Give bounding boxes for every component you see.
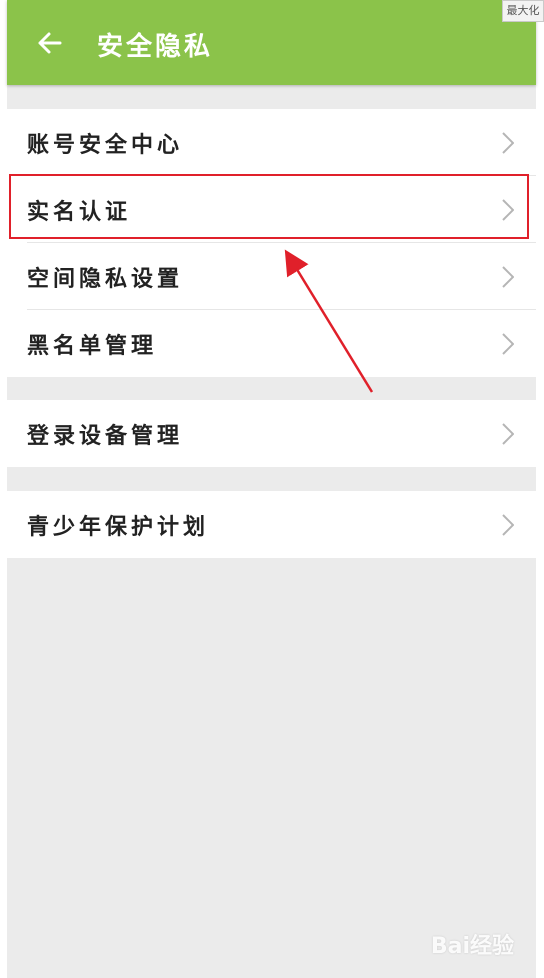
app-screen: 安全隐私 账号安全中心 实名认证 空间隐私设置 黑名单管理 登录设备管理 青少年…	[7, 0, 536, 978]
chevron-right-icon	[502, 333, 514, 355]
menu-item-account-security[interactable]: 账号安全中心	[7, 109, 536, 176]
chevron-right-icon	[502, 514, 514, 536]
menu-item-label: 黑名单管理	[27, 333, 158, 359]
title-bar: 安全隐私	[7, 0, 536, 85]
menu-item-label: 实名认证	[27, 199, 132, 225]
back-arrow-icon[interactable]	[36, 30, 62, 56]
menu-item-youth-protection-plan[interactable]: 青少年保护计划	[7, 491, 536, 558]
settings-group-account: 账号安全中心 实名认证 空间隐私设置 黑名单管理	[7, 109, 536, 377]
chevron-right-icon	[502, 266, 514, 288]
chevron-right-icon	[502, 132, 514, 154]
settings-group-devices: 登录设备管理	[7, 400, 536, 467]
chevron-right-icon	[502, 423, 514, 445]
settings-group-youth: 青少年保护计划	[7, 491, 536, 558]
chevron-right-icon	[502, 199, 514, 221]
menu-item-blacklist-management[interactable]: 黑名单管理	[7, 310, 536, 377]
menu-item-label: 空间隐私设置	[27, 266, 184, 292]
menu-item-label: 青少年保护计划	[27, 514, 210, 540]
menu-item-real-name-verification[interactable]: 实名认证	[7, 176, 536, 243]
watermark: Bai经验	[431, 928, 514, 960]
watermark-text: Bai经验	[430, 934, 514, 959]
menu-item-login-device-management[interactable]: 登录设备管理	[7, 400, 536, 467]
menu-item-label: 登录设备管理	[27, 423, 184, 449]
page-title: 安全隐私	[97, 32, 214, 62]
menu-item-space-privacy-settings[interactable]: 空间隐私设置	[7, 243, 536, 310]
menu-item-label: 账号安全中心	[27, 132, 184, 158]
maximize-button[interactable]: 最大化	[502, 0, 544, 22]
